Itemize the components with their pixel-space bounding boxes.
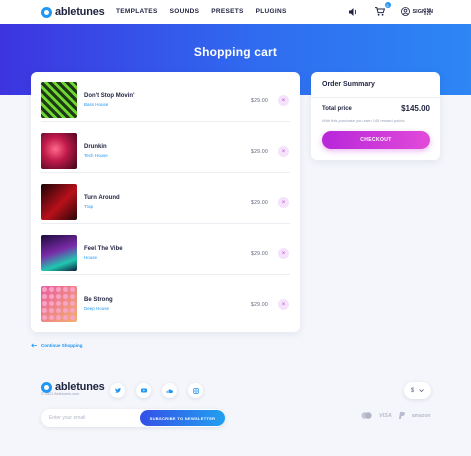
summary-title: Order Summary <box>322 81 375 88</box>
cart-item: Be Strong Deep House $29.00 × <box>41 276 290 326</box>
cart-item: Feel The Vibe House $29.00 × <box>41 225 290 275</box>
cart-count-badge: 5 <box>384 2 391 8</box>
user-icon <box>400 7 410 16</box>
close-icon: × <box>281 301 286 308</box>
product-price: $29.00 <box>251 98 269 104</box>
close-icon: × <box>281 250 286 257</box>
product-cover[interactable] <box>41 82 77 118</box>
nav-actions: 5 SIGN IN <box>347 2 433 18</box>
menu-item-sounds[interactable]: SOUNDS <box>170 8 200 15</box>
menu-item-presets[interactable]: PRESETS <box>211 8 243 15</box>
logo-icon <box>41 381 52 393</box>
twitter-icon <box>114 388 121 393</box>
product-title[interactable]: Be Strong <box>84 297 113 303</box>
page-title: Shopping cart <box>193 45 278 59</box>
instagram-icon <box>192 387 199 394</box>
remove-item-button[interactable]: × <box>278 146 289 157</box>
cart-item: Drunkin Tech House $29.00 × <box>41 123 290 173</box>
top-navbar: abletunes TEMPLATES SOUNDS PRESETS PLUGI… <box>0 0 471 24</box>
apps-grid-icon[interactable] <box>424 8 431 15</box>
twitter-button[interactable] <box>110 383 125 398</box>
reward-note: With this purchase you earn 145 reward p… <box>322 118 405 123</box>
total-label: Total price <box>322 106 352 112</box>
close-icon: × <box>281 199 286 206</box>
cart-item: Turn Around Trap $29.00 × <box>41 174 290 224</box>
product-genre[interactable]: Deep House <box>84 306 109 311</box>
close-icon: × <box>281 97 286 104</box>
amazon-pay-icon: amazon <box>411 412 431 419</box>
youtube-icon <box>140 388 147 393</box>
cart-item: Don't Stop Movin' Bass House $29.00 × <box>41 72 290 122</box>
payment-methods: VISA amazon <box>361 412 430 419</box>
product-genre[interactable]: Trap <box>84 204 93 209</box>
volume-button[interactable] <box>347 5 360 18</box>
soundcloud-button[interactable] <box>162 383 177 398</box>
continue-shopping-link[interactable]: Continue Shopping <box>31 343 83 348</box>
social-links <box>110 383 203 398</box>
remove-item-button[interactable]: × <box>278 248 289 259</box>
arrow-left-icon <box>31 343 37 348</box>
total-value: $145.00 <box>401 104 430 113</box>
product-price: $29.00 <box>251 200 269 206</box>
product-title[interactable]: Feel The Vibe <box>84 246 123 252</box>
continue-shopping-label: Continue Shopping <box>41 343 83 348</box>
cart-button[interactable]: 5 <box>374 2 391 18</box>
order-summary-panel: Order Summary Total price $145.00 With t… <box>311 72 440 160</box>
product-cover[interactable] <box>41 184 77 220</box>
product-cover[interactable] <box>41 235 77 271</box>
instagram-button[interactable] <box>188 383 203 398</box>
brand-name: abletunes <box>55 6 105 18</box>
currency-selector[interactable]: $ <box>404 382 431 399</box>
mastercard-icon <box>361 412 372 419</box>
cart-panel: Don't Stop Movin' Bass House $29.00 × Dr… <box>31 72 300 332</box>
product-genre[interactable]: House <box>84 255 97 260</box>
main-menu: TEMPLATES SOUNDS PRESETS PLUGINS <box>116 8 287 15</box>
product-title[interactable]: Drunkin <box>84 144 107 150</box>
menu-item-templates[interactable]: TEMPLATES <box>116 8 158 15</box>
product-title[interactable]: Don't Stop Movin' <box>84 93 135 99</box>
cart-icon <box>375 7 386 16</box>
product-price: $29.00 <box>251 251 269 257</box>
product-title[interactable]: Turn Around <box>84 195 120 201</box>
currency-value: $ <box>410 387 415 394</box>
product-genre[interactable]: Tech House <box>84 153 108 158</box>
volume-icon <box>348 7 356 16</box>
soundcloud-icon <box>166 388 173 393</box>
logo-icon <box>41 6 52 18</box>
product-price: $29.00 <box>251 149 269 155</box>
remove-item-button[interactable]: × <box>278 95 289 106</box>
brand-logo[interactable]: abletunes <box>41 6 105 18</box>
product-genre[interactable]: Bass House <box>84 102 108 107</box>
divider <box>311 97 440 98</box>
product-price: $29.00 <box>251 302 269 308</box>
remove-item-button[interactable]: × <box>278 197 289 208</box>
paypal-icon <box>398 412 405 419</box>
remove-item-button[interactable]: × <box>278 299 289 310</box>
copyright: © 2021 Abletunes.com <box>41 392 80 396</box>
youtube-button[interactable] <box>136 383 151 398</box>
chevron-down-icon <box>419 389 424 392</box>
close-icon: × <box>281 148 286 155</box>
menu-item-plugins[interactable]: PLUGINS <box>256 8 287 15</box>
product-cover[interactable] <box>41 133 77 169</box>
subscribe-button[interactable]: SUBSCRIBE TO NEWSLETTER <box>140 410 225 426</box>
checkout-button[interactable]: CHECKOUT <box>322 131 430 149</box>
newsletter-email-input[interactable] <box>49 414 134 422</box>
product-cover[interactable] <box>41 286 77 322</box>
newsletter-form: SUBSCRIBE TO NEWSLETTER <box>41 409 225 427</box>
visa-icon: VISA <box>379 412 392 419</box>
